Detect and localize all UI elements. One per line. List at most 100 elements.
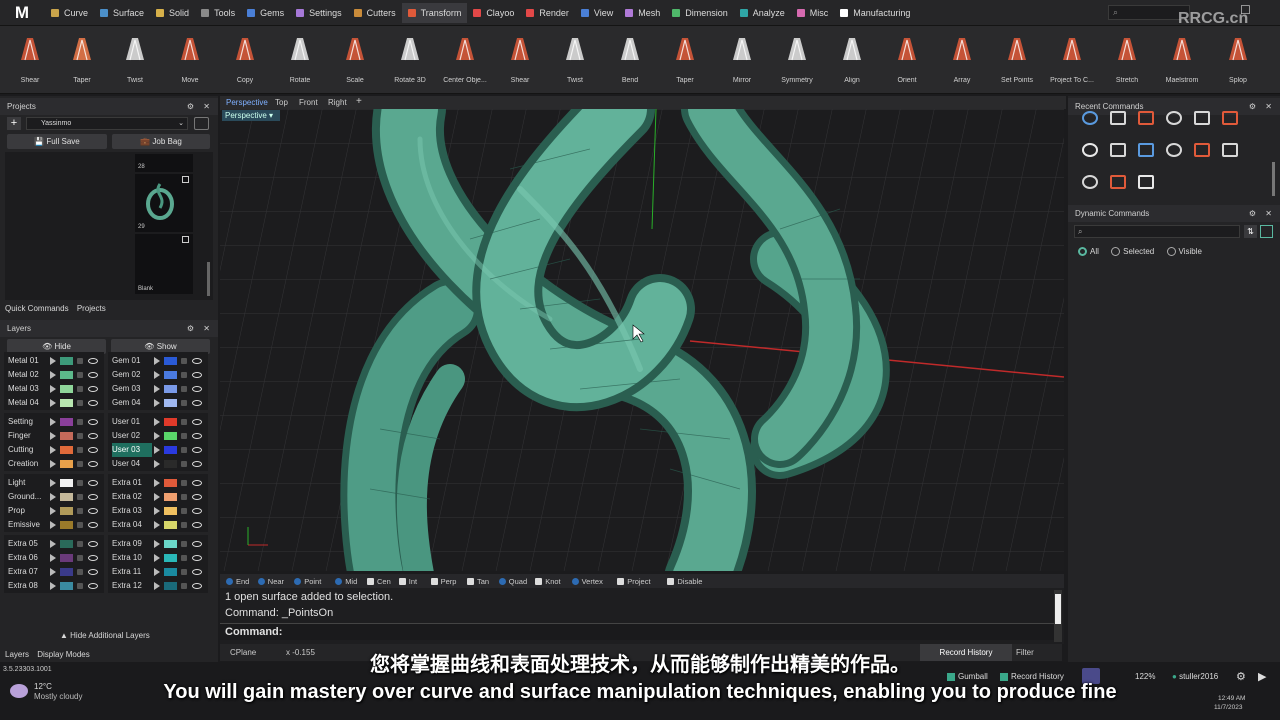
osnap-near[interactable]: Near — [257, 577, 284, 586]
terminal-icon[interactable] — [1082, 143, 1098, 157]
lock-icon[interactable] — [77, 447, 83, 453]
tool-symmetry[interactable]: Symmetry — [771, 30, 823, 90]
tab-perspective[interactable]: Perspective — [226, 98, 268, 107]
tool-splop[interactable]: Splop — [1212, 30, 1264, 90]
layer-color-swatch[interactable] — [164, 540, 177, 548]
tab-quick-commands[interactable]: Quick Commands — [5, 304, 69, 313]
lock-icon[interactable] — [77, 569, 83, 575]
layer-color-swatch[interactable] — [164, 399, 177, 407]
curve-icon[interactable] — [1194, 143, 1210, 157]
lock-icon[interactable] — [77, 358, 83, 364]
osnap-cen[interactable]: Cen — [367, 577, 391, 586]
layer-row[interactable]: Ground... — [4, 490, 104, 504]
eye-icon[interactable] — [192, 358, 202, 364]
layer-color-swatch[interactable] — [164, 460, 177, 468]
lock-icon[interactable] — [181, 447, 187, 453]
eye-icon[interactable] — [192, 447, 202, 453]
layer-name[interactable]: Extra 07 — [8, 565, 48, 579]
eye-icon[interactable] — [192, 480, 202, 486]
tab-front[interactable]: Front — [299, 98, 318, 107]
layer-name[interactable]: User 02 — [112, 429, 152, 443]
layer-name[interactable]: User 03 — [112, 443, 152, 457]
play-icon[interactable] — [154, 385, 160, 393]
radio-visible[interactable]: Visible — [1166, 247, 1202, 257]
lock-icon[interactable] — [77, 494, 83, 500]
add-viewport-button[interactable]: + — [356, 96, 362, 107]
tool-move[interactable]: Move — [164, 30, 216, 90]
scrollbar[interactable] — [1054, 590, 1062, 642]
play-icon[interactable] — [50, 399, 56, 407]
lock-icon[interactable] — [181, 583, 187, 589]
folder-icon[interactable] — [194, 117, 209, 130]
layer-name[interactable]: Extra 03 — [112, 504, 152, 518]
eye-icon[interactable] — [88, 480, 98, 486]
rotate-icon[interactable] — [1110, 175, 1126, 189]
lock-icon[interactable] — [181, 419, 187, 425]
lock-icon[interactable] — [181, 541, 187, 547]
lock-icon[interactable] — [77, 555, 83, 561]
layer-color-swatch[interactable] — [60, 540, 73, 548]
thumbnail-item[interactable]: 29 — [135, 174, 193, 232]
lock-icon[interactable] — [77, 583, 83, 589]
play-icon[interactable] — [154, 507, 160, 515]
settings-icon[interactable]: ⚙ — [187, 98, 194, 115]
tab-analyze[interactable]: Analyze — [734, 3, 791, 23]
play-icon[interactable] — [154, 460, 160, 468]
layer-row[interactable]: Metal 02 — [4, 368, 104, 382]
layer-name[interactable]: Extra 06 — [8, 551, 48, 565]
eye-icon[interactable] — [192, 583, 202, 589]
eye-icon[interactable] — [192, 508, 202, 514]
grip-icon[interactable] — [1138, 143, 1154, 157]
play-icon[interactable] — [154, 540, 160, 548]
osnap-tan[interactable]: Tan — [467, 577, 489, 586]
layer-name[interactable]: Extra 11 — [112, 565, 152, 579]
scrollbar[interactable] — [1272, 162, 1275, 196]
layer-color-swatch[interactable] — [60, 399, 73, 407]
layer-row[interactable]: Metal 01 — [4, 354, 104, 368]
add-project-button[interactable]: + — [7, 117, 21, 130]
play-icon[interactable] — [154, 568, 160, 576]
layer-color-swatch[interactable] — [60, 568, 73, 576]
layer-row[interactable]: Extra 04 — [108, 518, 208, 532]
tab-manufacturing[interactable]: Manufacturing — [834, 3, 916, 23]
eye-icon[interactable] — [88, 541, 98, 547]
export-icon[interactable] — [182, 176, 189, 183]
tool-taper[interactable]: Taper — [56, 30, 108, 90]
layer-name[interactable]: Metal 02 — [8, 368, 48, 382]
tab-dimension[interactable]: Dimension — [666, 3, 734, 23]
eye-icon[interactable] — [192, 541, 202, 547]
tool-set-points[interactable]: Set Points — [991, 30, 1043, 90]
lock-icon[interactable] — [181, 494, 187, 500]
osnap-point[interactable]: Point — [294, 577, 321, 586]
layer-color-swatch[interactable] — [60, 418, 73, 426]
layer-row[interactable]: Emissive — [4, 518, 104, 532]
eye-icon[interactable] — [192, 433, 202, 439]
lock-icon[interactable] — [181, 555, 187, 561]
layer-row[interactable]: Extra 11 — [108, 565, 208, 579]
osnap-project[interactable]: Project — [617, 577, 651, 586]
eye-icon[interactable] — [192, 400, 202, 406]
job-bag-button[interactable]: 💼 Job Bag — [112, 134, 210, 149]
layer-row[interactable]: User 02 — [108, 429, 208, 443]
layer-name[interactable]: Extra 02 — [112, 490, 152, 504]
viewport-label[interactable]: Perspective ▾ — [222, 110, 280, 121]
command-input[interactable]: Command: — [220, 623, 1054, 640]
tab-projects[interactable]: Projects — [77, 304, 106, 313]
tab-surface[interactable]: Surface — [94, 3, 150, 23]
pen-icon[interactable] — [1222, 111, 1238, 125]
layer-name[interactable]: Gem 02 — [112, 368, 152, 382]
osnap-perp[interactable]: Perp — [430, 577, 456, 586]
curve-icon[interactable] — [1110, 111, 1126, 125]
eye-icon[interactable] — [88, 555, 98, 561]
layer-row[interactable]: User 03 — [108, 443, 208, 457]
layer-row[interactable]: Extra 07 — [4, 565, 104, 579]
layer-row[interactable]: Gem 02 — [108, 368, 208, 382]
viewport-perspective[interactable] — [220, 109, 1064, 571]
lock-icon[interactable] — [77, 522, 83, 528]
play-icon[interactable] — [154, 479, 160, 487]
layer-name[interactable]: Metal 01 — [8, 354, 48, 368]
play-icon[interactable] — [50, 357, 56, 365]
tool-project-to-c[interactable]: Project To C... — [1046, 30, 1098, 90]
lock-icon[interactable] — [77, 386, 83, 392]
grid-icon[interactable] — [1166, 143, 1182, 157]
